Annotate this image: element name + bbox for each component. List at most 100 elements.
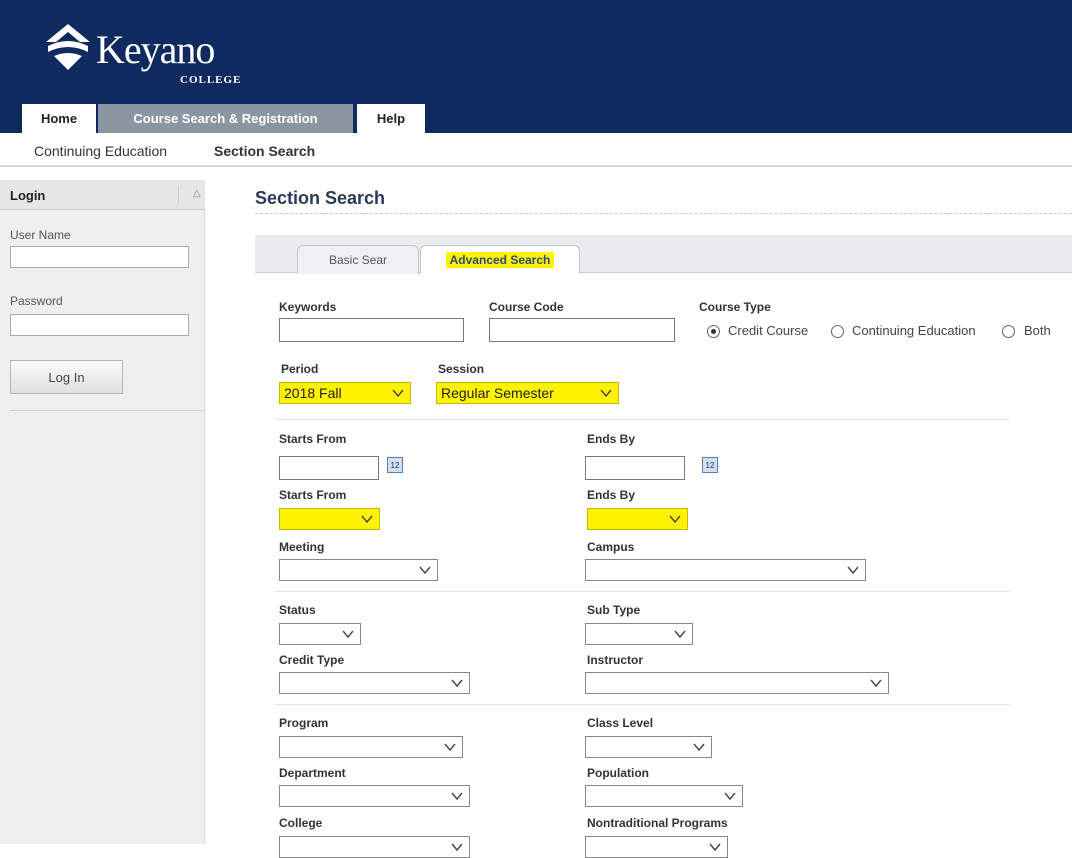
- chevron-down-icon: [724, 792, 736, 801]
- instructor-select[interactable]: [585, 672, 889, 694]
- subnav-section-search[interactable]: Section Search: [214, 143, 315, 159]
- department-select[interactable]: [279, 785, 470, 807]
- section-divider: [275, 591, 1010, 592]
- sidebar-divider: [10, 410, 205, 411]
- class-level-select[interactable]: [585, 736, 712, 758]
- collapse-chevron-icon[interactable]: △: [193, 188, 201, 199]
- radio-credit-course[interactable]: [707, 325, 720, 338]
- chevron-down-icon: [693, 743, 705, 752]
- population-select[interactable]: [585, 785, 743, 807]
- chevron-down-icon: [419, 566, 431, 575]
- site-header: Keyano COLLEGE Home Course Search & Regi…: [0, 0, 1072, 133]
- tab-advanced-search-label: Advanced Search: [445, 251, 555, 268]
- department-label: Department: [279, 766, 346, 780]
- login-button[interactable]: Log In: [10, 360, 123, 394]
- sub-type-select[interactable]: [585, 623, 693, 645]
- login-button-label: Log In: [48, 369, 85, 385]
- session-select[interactable]: Regular Semester: [436, 382, 619, 404]
- period-value: 2018 Fall: [284, 385, 342, 401]
- instructor-label: Instructor: [587, 653, 644, 667]
- course-type-label: Course Type: [699, 300, 771, 314]
- tab-home[interactable]: Home: [22, 104, 96, 133]
- class-level-label: Class Level: [587, 716, 654, 730]
- chevron-down-icon: [870, 679, 882, 688]
- chevron-down-icon: [847, 566, 859, 575]
- page-title: Section Search: [255, 188, 386, 208]
- starts-from-select-label: Starts From: [279, 488, 347, 502]
- starts-from-date-input[interactable]: [279, 456, 379, 480]
- campus-select[interactable]: [585, 559, 866, 581]
- meeting-label: Meeting: [279, 540, 325, 554]
- ends-by-select-label: Ends By: [587, 488, 636, 502]
- logo-subtitle: COLLEGE: [180, 74, 242, 86]
- search-tabs: Basic Sear Advanced Search: [255, 235, 1072, 274]
- chevron-down-icon: [600, 389, 612, 398]
- section-divider: [275, 704, 1010, 705]
- section-divider: [275, 419, 1010, 420]
- logo-wordmark: Keyano: [96, 27, 215, 72]
- ends-by-date-label: Ends By: [587, 432, 636, 446]
- course-code-label: Course Code: [489, 300, 564, 314]
- tab-advanced-search[interactable]: Advanced Search: [420, 245, 580, 274]
- login-sidebar: Login △ User Name Password Log In: [0, 180, 205, 844]
- starts-from-date-label: Starts From: [279, 432, 347, 446]
- sub-navigation: Continuing Education Section Search: [0, 133, 1072, 167]
- course-code-input[interactable]: [489, 318, 675, 342]
- college-select[interactable]: [279, 836, 470, 858]
- nontraditional-programs-select[interactable]: [585, 836, 728, 858]
- credit-type-select[interactable]: [279, 672, 470, 694]
- chevron-down-icon: [444, 743, 456, 752]
- chevron-down-icon: [669, 515, 681, 524]
- program-select[interactable]: [279, 736, 463, 758]
- keywords-label: Keywords: [279, 300, 337, 314]
- username-input[interactable]: [10, 246, 189, 268]
- radio-both[interactable]: [1002, 325, 1015, 338]
- title-divider: [255, 213, 1072, 214]
- starts-from-select[interactable]: [279, 508, 380, 530]
- tab-home-label: Home: [40, 111, 78, 126]
- radio-continuing-education[interactable]: [831, 325, 844, 338]
- status-select[interactable]: [279, 623, 361, 645]
- session-label: Session: [438, 362, 485, 376]
- keywords-input[interactable]: [279, 318, 464, 342]
- collapse-divider: [178, 186, 179, 204]
- password-input[interactable]: [10, 314, 189, 336]
- radio-both-label: Both: [1024, 323, 1051, 338]
- login-title: Login: [10, 188, 46, 203]
- nontraditional-programs-label: Nontraditional Programs: [587, 816, 728, 830]
- username-label: User Name: [10, 228, 71, 242]
- tab-basic-search[interactable]: Basic Sear: [297, 245, 419, 274]
- campus-label: Campus: [587, 540, 635, 554]
- college-label: College: [279, 816, 323, 830]
- chevron-down-icon: [451, 679, 463, 688]
- chevron-down-icon: [674, 630, 686, 639]
- ends-by-select[interactable]: [587, 508, 688, 530]
- sub-type-label: Sub Type: [587, 603, 641, 617]
- tab-course-search-label: Course Search & Registration: [133, 111, 318, 126]
- tab-help[interactable]: Help: [357, 104, 425, 133]
- status-label: Status: [279, 603, 316, 617]
- radio-continuing-education-label: Continuing Education: [852, 323, 976, 338]
- calendar-icon[interactable]: 12: [387, 457, 403, 473]
- credit-type-label: Credit Type: [279, 653, 345, 667]
- password-label: Password: [10, 294, 63, 308]
- ends-by-date-input[interactable]: [585, 456, 685, 480]
- population-label: Population: [587, 766, 649, 780]
- chevron-down-icon: [361, 515, 373, 524]
- radio-credit-course-label: Credit Course: [728, 323, 809, 338]
- tab-help-label: Help: [376, 111, 406, 126]
- subnav-continuing-education[interactable]: Continuing Education: [34, 143, 167, 159]
- period-select[interactable]: 2018 Fall: [279, 382, 411, 404]
- chevron-down-icon: [451, 843, 463, 852]
- chevron-down-icon: [451, 792, 463, 801]
- chevron-down-icon: [709, 843, 721, 852]
- program-label: Program: [279, 716, 329, 730]
- calendar-icon[interactable]: 12: [702, 457, 718, 473]
- tab-course-search-registration[interactable]: Course Search & Registration: [98, 104, 353, 133]
- period-label: Period: [281, 362, 319, 376]
- chevron-down-icon: [342, 630, 354, 639]
- chevron-down-icon: [392, 389, 404, 398]
- login-panel-header: Login △: [0, 180, 205, 210]
- tab-basic-search-label: Basic Sear: [328, 253, 388, 267]
- meeting-select[interactable]: [279, 559, 438, 581]
